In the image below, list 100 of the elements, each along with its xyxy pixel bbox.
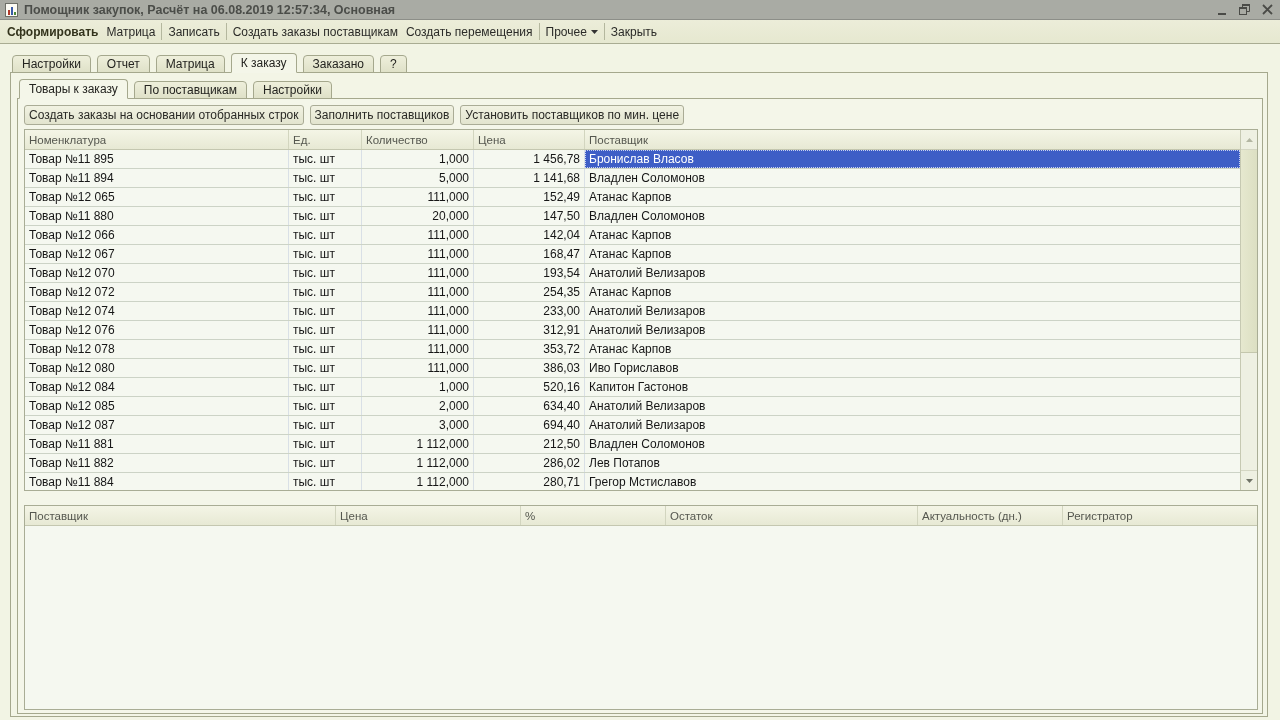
table-cell-text: Анатолий Велизаров [588,417,707,434]
column-header[interactable]: Номенклатура [25,130,289,149]
toolbar-button[interactable]: Матрица [102,22,160,41]
action-button[interactable]: Установить поставщиков по мин. цене [460,105,685,125]
table-cell: тыс. шт [289,378,362,396]
table-cell: тыс. шт [289,416,362,434]
table-cell: тыс. шт [289,340,362,358]
column-header[interactable]: Поставщик [25,506,336,525]
tab[interactable]: Настройки [12,55,91,73]
column-header[interactable]: % [521,506,666,525]
table-cell: Товар №12 067 [25,245,289,263]
table-cell: тыс. шт [289,188,362,206]
table-cell: тыс. шт [289,302,362,320]
table-cell: Товар №12 084 [25,378,289,396]
table-cell: Товар №11 881 [25,435,289,453]
table-cell: 2,000 [362,397,474,415]
toolbar-button[interactable]: Создать заказы поставщикам [228,22,402,41]
column-header[interactable]: Количество [362,130,474,149]
toolbar-button[interactable]: Создать перемещения [401,22,537,41]
default-command-button[interactable]: Сформировать [3,22,103,41]
table-cell: Товар №11 882 [25,454,289,472]
table-cell: 111,000 [362,340,474,358]
table-cell: 111,000 [362,188,474,206]
tab[interactable]: Товары к заказу [19,79,128,99]
tab[interactable]: Матрица [155,55,225,73]
table-cell-text: Атанас Карпов [588,341,673,358]
table-cell: 111,000 [362,321,474,339]
action-button[interactable]: Создать заказы на основании отобранных строк [24,105,304,125]
table-cell: тыс. шт [289,169,362,187]
table-cell-text: Анатолий Велизаров [588,398,707,415]
table-cell: тыс. шт [289,264,362,282]
table-cell: Товар №11 894 [25,169,289,187]
table-cell: Товар №12 076 [25,321,289,339]
table-cell: Товар №12 066 [25,226,289,244]
table-cell: 111,000 [362,264,474,282]
bar-chart-icon [5,2,18,17]
table-cell-text: Грегор Мстиславов [588,474,698,490]
table-cell-text: Лев Потапов [588,455,661,472]
table-cell: 142,04 [474,226,585,244]
tab[interactable]: По поставщикам [133,81,248,99]
table-cell: 20,000 [362,207,474,225]
restore-icon [1239,4,1250,15]
table-cell: 3,000 [362,416,474,434]
table-cell: Товар №12 074 [25,302,289,320]
column-header[interactable]: Регистратор [1063,506,1257,525]
table-cell: тыс. шт [289,321,362,339]
table-cell: 111,000 [362,302,474,320]
arrow-up-icon [1245,137,1253,142]
table-cell: 1 141,68 [474,169,585,187]
table-cell-text: Анатолий Велизаров [588,322,707,339]
table-cell: тыс. шт [289,283,362,301]
table-cell: Товар №12 065 [25,188,289,206]
close-button[interactable] [1259,2,1276,17]
table-cell-text: Капитон Гастонов [588,379,690,396]
table-cell: 111,000 [362,245,474,263]
table-cell: 286,02 [474,454,585,472]
column-header[interactable]: Ед. [289,130,362,149]
table-cell: тыс. шт [289,150,362,168]
table-cell-text: Анатолий Велизаров [588,303,707,320]
table-cell: Товар №12 087 [25,416,289,434]
table-cell: 353,72 [474,340,585,358]
table-cell: 694,40 [474,416,585,434]
table-cell: 193,54 [474,264,585,282]
table-cell: 520,16 [474,378,585,396]
table-cell: тыс. шт [289,473,362,490]
column-header[interactable]: Актуальность (дн.) [918,506,1063,525]
scrollbar-thumb[interactable] [1241,150,1257,353]
table-cell: 111,000 [362,359,474,377]
table-cell: Товар №11 895 [25,150,289,168]
tab[interactable]: К заказу [230,53,297,73]
tab[interactable]: Отчет [96,55,150,73]
tab[interactable]: Настройки [253,81,332,99]
table-cell: 111,000 [362,226,474,244]
table-cell: Товар №12 070 [25,264,289,282]
scrollbar[interactable] [1240,130,1257,490]
table-cell-text: Владлен Соломонов [588,170,706,187]
table-cell: 1,000 [362,150,474,168]
menu-button[interactable]: Прочее [541,22,602,41]
table-cell: 280,71 [474,473,585,490]
table-cell: тыс. шт [289,397,362,415]
table-cell: Товар №12 078 [25,340,289,358]
tab[interactable]: Заказано [302,55,375,73]
column-header[interactable]: Остаток [666,506,918,525]
column-header[interactable]: Поставщик [585,130,1240,149]
table-cell: тыс. шт [289,207,362,225]
action-button[interactable]: Заполнить поставщиков [309,105,455,125]
restore-button[interactable] [1236,2,1253,17]
column-header[interactable]: Цена [474,130,585,149]
table-cell-text: Анатолий Велизаров [588,265,707,282]
column-header[interactable]: Цена [336,506,521,525]
table-cell: Товар №12 080 [25,359,289,377]
table-cell: Товар №11 880 [25,207,289,225]
toolbar-button[interactable]: Закрыть [606,22,662,41]
table-cell: 111,000 [362,283,474,301]
table-cell: Бронислав Власов [585,150,1240,168]
table-cell: 254,35 [474,283,585,301]
toolbar-button[interactable]: Записать [164,22,224,41]
table-cell-text: Атанас Карпов [588,189,673,206]
tab[interactable]: ? [380,55,407,73]
table-cell: 5,000 [362,169,474,187]
